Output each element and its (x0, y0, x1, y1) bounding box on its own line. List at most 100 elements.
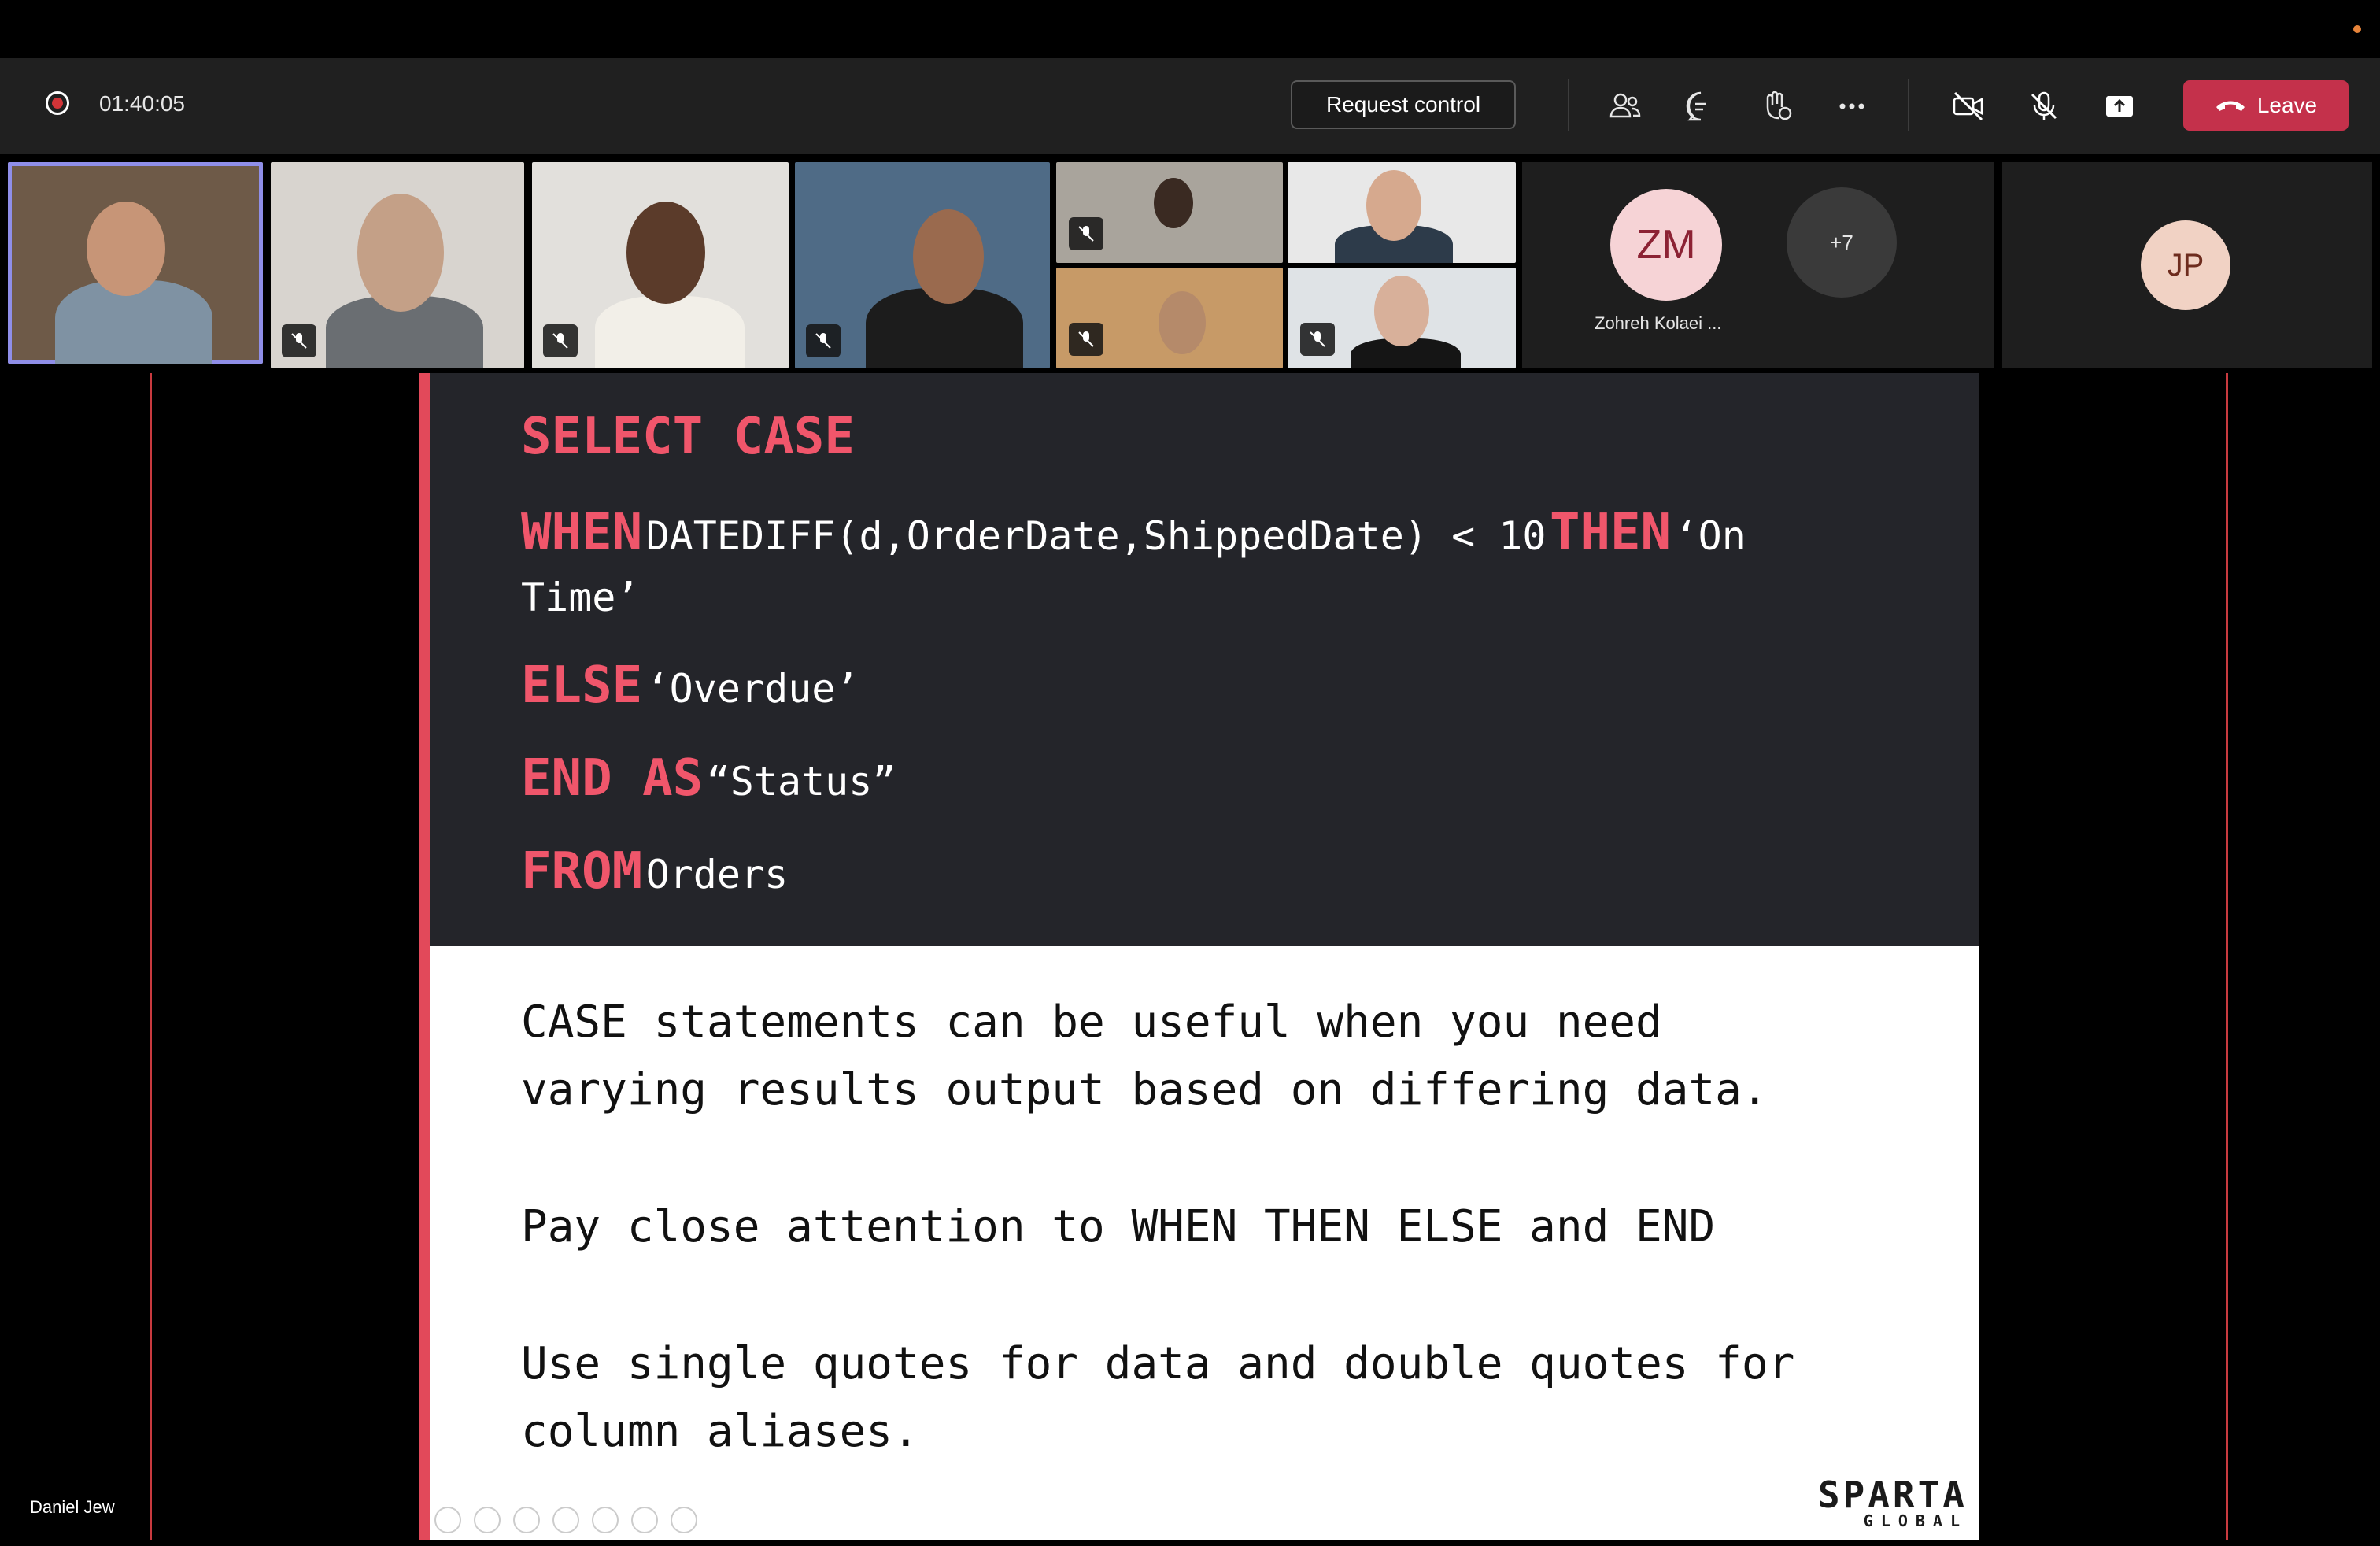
participant-video-tile[interactable] (532, 162, 789, 368)
sql-keyword: THEN (1549, 504, 1672, 562)
mic-off-icon (1078, 226, 1094, 242)
recording-indicator-icon (46, 91, 69, 115)
sql-keyword: ELSE (521, 656, 643, 715)
participant-video-tile[interactable] (1056, 162, 1283, 263)
toolbar-divider (1908, 79, 1909, 131)
more-icon (1839, 103, 1864, 109)
mic-off-icon (815, 333, 831, 349)
participant-video-tile[interactable] (8, 162, 263, 364)
leave-label: Leave (2256, 93, 2318, 117)
participant-video-tile[interactable] (271, 162, 524, 368)
code-line: Time’ (521, 575, 640, 620)
explanation-text: Pay close attention to WHEN THEN ELSE an… (521, 1201, 1716, 1252)
participant-video (913, 209, 984, 304)
presentation-slide: SELECT CASE WHEN DATEDIFF(d,OrderDate,Sh… (419, 373, 1979, 1540)
code-line: END AS “Status” (521, 749, 896, 808)
participant-video-tile[interactable] (1056, 268, 1283, 368)
explanation-text: CASE statements can be useful when you n… (521, 997, 1662, 1048)
sql-code: Time’ (521, 575, 640, 620)
camera-toggle-button[interactable] (1942, 80, 1994, 132)
code-line: FROM Orders (521, 842, 788, 901)
previous-slide-icon[interactable] (434, 1507, 461, 1533)
logo-text: SPARTA (1817, 1474, 1968, 1516)
sql-keyword: FROM (521, 842, 643, 901)
more-participants-button[interactable]: +7 (1787, 187, 1897, 298)
mic-off-icon (291, 333, 307, 349)
participant-video-tile[interactable] (1288, 268, 1516, 368)
participant-video-tile[interactable] (1288, 162, 1516, 263)
participant-video (87, 202, 165, 296)
share-screen-icon (2106, 96, 2133, 117)
people-icon (1609, 93, 1641, 118)
explanation-text: Use single quotes for data and double qu… (521, 1338, 1795, 1389)
sql-keyword: WHEN (521, 504, 643, 562)
camera-off-icon (1953, 91, 1983, 121)
reactions-button[interactable] (1750, 80, 1802, 132)
explanation-text: varying results output based on differin… (521, 1064, 1768, 1115)
muted-indicator (806, 324, 841, 357)
participant-video (1374, 276, 1429, 346)
muted-indicator (1300, 323, 1335, 356)
people-button[interactable] (1599, 80, 1651, 132)
mic-toggle-button[interactable] (2018, 80, 2070, 132)
sql-code: ‘On (1674, 513, 1746, 559)
muted-indicator (282, 324, 316, 357)
participant-video (1159, 291, 1206, 354)
participant-video (626, 202, 705, 304)
next-slide-icon[interactable] (474, 1507, 501, 1533)
window-titlebar (0, 0, 2380, 58)
participant-video (357, 194, 444, 312)
shared-window-border (150, 373, 152, 1540)
presenter-name: Daniel Jew (30, 1497, 115, 1517)
sql-code: ‘Overdue’ (645, 666, 859, 712)
participant-strip: ZM Zohreh Kolaei ... +7 JP (0, 154, 2380, 373)
avatar[interactable]: ZM (1610, 189, 1722, 301)
raise-hand-icon (1766, 91, 1792, 120)
request-control-button[interactable]: Request control (1291, 80, 1516, 129)
avatar-panel (1522, 162, 1994, 368)
shared-screen: SELECT CASE WHEN DATEDIFF(d,OrderDate,Sh… (8, 373, 2372, 1540)
more-options-button[interactable] (1826, 80, 1878, 132)
participant-video (595, 296, 745, 368)
sql-code: DATEDIFF(d,OrderDate,ShippedDate) < 10 (645, 513, 1547, 559)
code-line: SELECT CASE (521, 408, 855, 466)
sql-keyword: END AS (521, 749, 704, 808)
avatar[interactable]: JP (2141, 220, 2230, 310)
pen-icon[interactable] (513, 1507, 540, 1533)
sparta-global-logo: SPARTA GLOBAL (1818, 1474, 1968, 1530)
share-screen-button[interactable] (2094, 80, 2145, 132)
subtitles-icon[interactable] (631, 1507, 658, 1533)
phone-hangup-icon (2216, 101, 2245, 111)
avatar-name: Zohreh Kolaei ... (1595, 313, 1722, 333)
slide-accent-bar (419, 373, 430, 1540)
more-icon[interactable] (671, 1507, 697, 1533)
mic-off-icon (1078, 331, 1094, 347)
chat-icon (1686, 91, 1706, 121)
zoom-icon[interactable] (592, 1507, 619, 1533)
sql-keyword: SELECT CASE (521, 408, 855, 466)
muted-indicator (1069, 323, 1103, 356)
participant-video (1154, 178, 1193, 228)
meeting-toolbar: 01:40:05 Request control Leave (0, 58, 2380, 154)
leave-button[interactable]: Leave (2183, 80, 2349, 131)
mic-off-icon (552, 333, 568, 349)
mic-off-icon (2031, 91, 2057, 120)
code-line: ELSE ‘Overdue’ (521, 656, 859, 715)
muted-indicator (543, 324, 578, 357)
sql-code: “Status” (706, 759, 896, 804)
code-block: SELECT CASE WHEN DATEDIFF(d,OrderDate,Sh… (430, 373, 1979, 946)
slides-icon[interactable] (552, 1507, 579, 1533)
chat-button[interactable] (1675, 80, 1727, 132)
explanation-text: column aliases. (521, 1406, 919, 1457)
meeting-timer: 01:40:05 (99, 91, 185, 116)
notification-dot (2353, 25, 2361, 33)
sql-code: Orders (645, 852, 789, 897)
muted-indicator (1069, 217, 1103, 250)
slide-controls (434, 1507, 697, 1533)
participant-video (1366, 170, 1421, 241)
toolbar-divider (1568, 79, 1569, 131)
participant-video-tile[interactable] (795, 162, 1050, 368)
shared-window-border (2226, 373, 2228, 1540)
code-line: WHEN DATEDIFF(d,OrderDate,ShippedDate) <… (521, 504, 1746, 562)
mic-off-icon (1310, 331, 1325, 347)
